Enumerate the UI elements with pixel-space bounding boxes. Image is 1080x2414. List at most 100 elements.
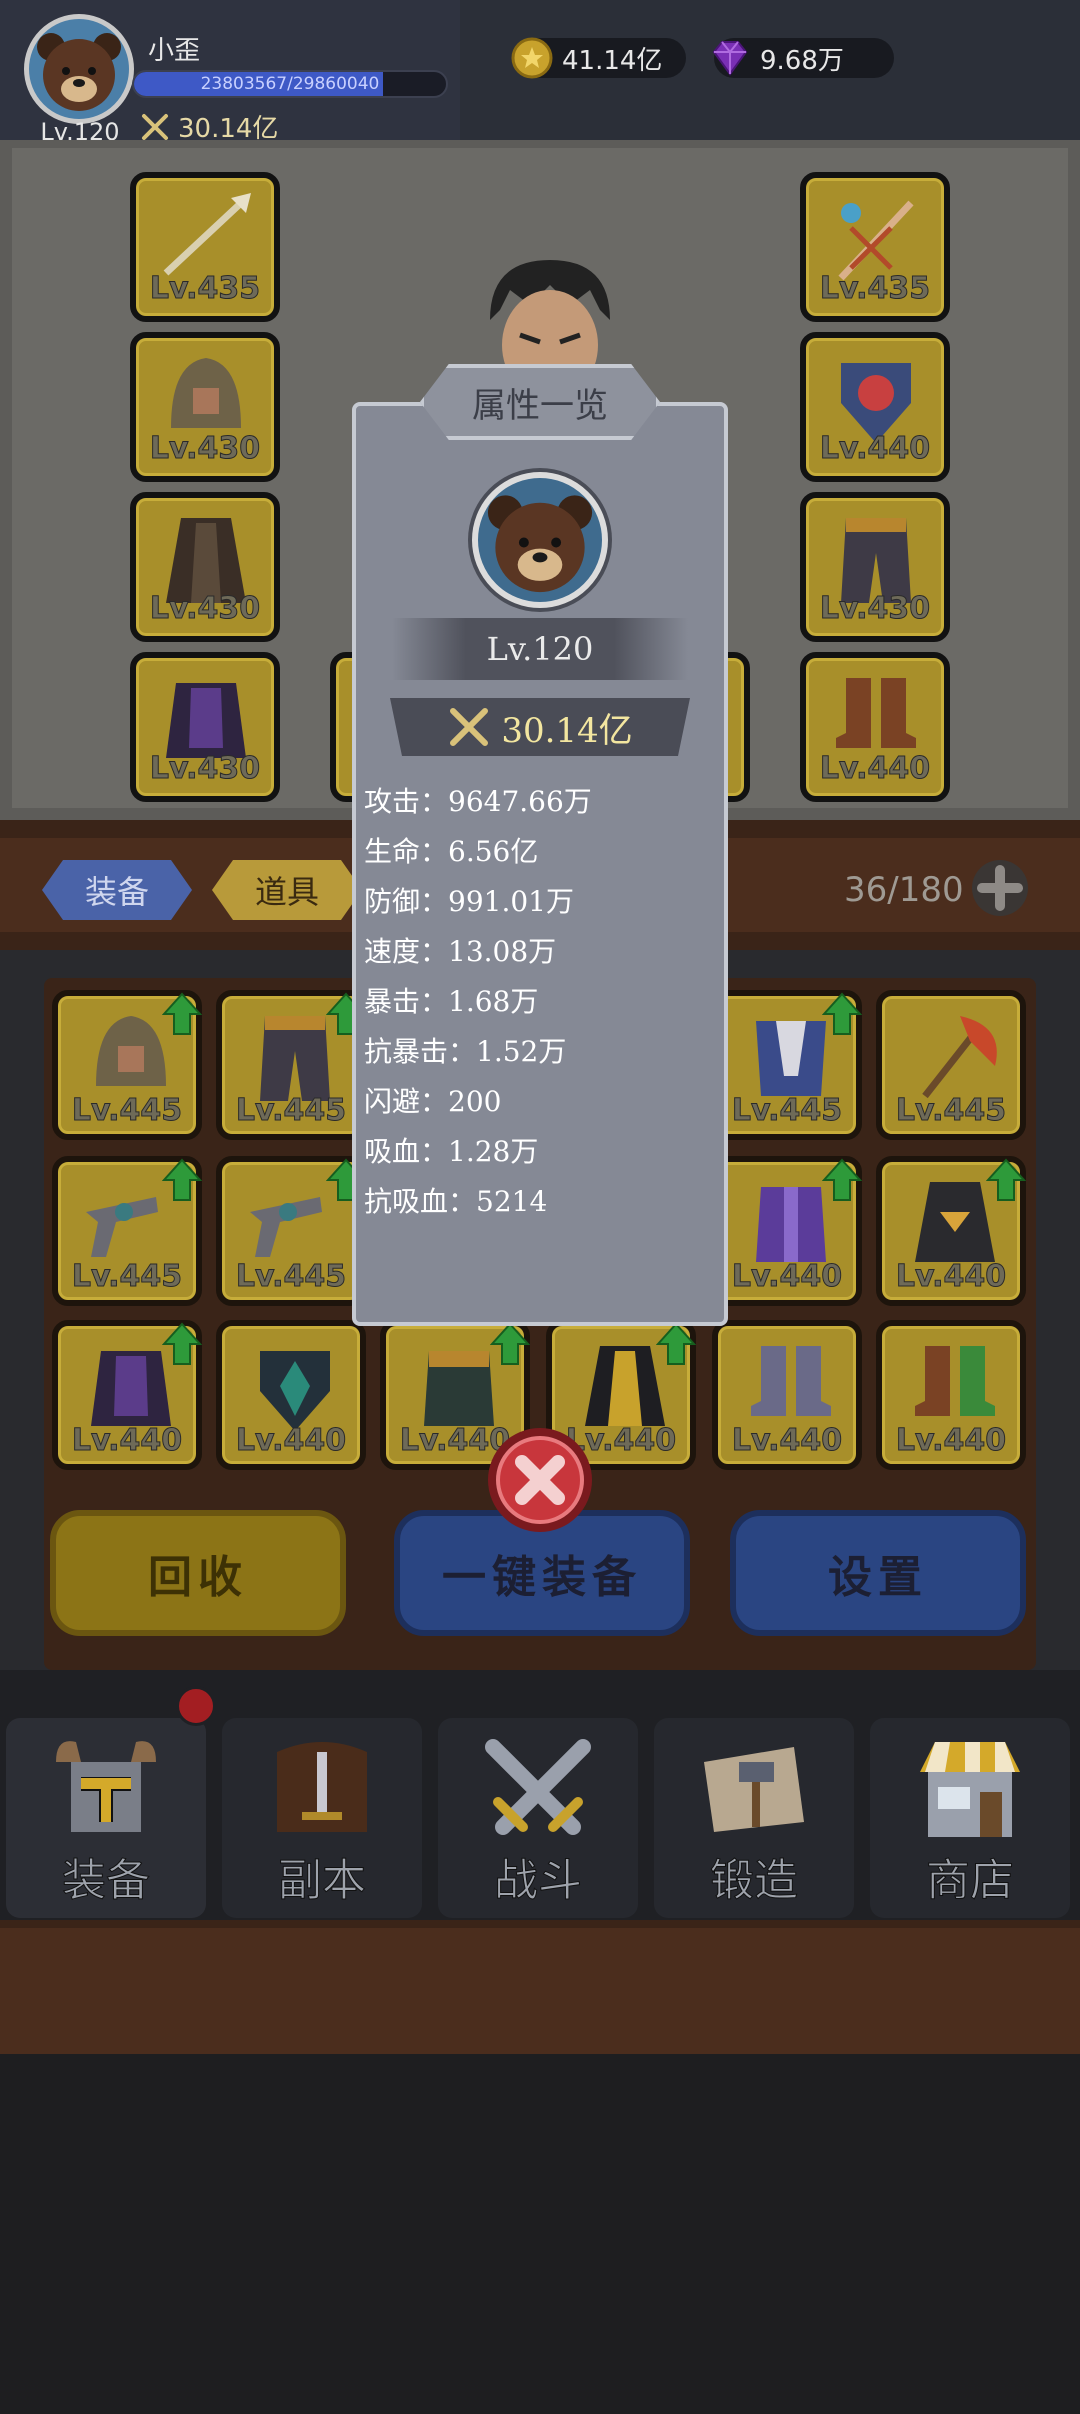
item-level: Lv.440 bbox=[731, 1259, 843, 1295]
shop-icon bbox=[920, 1742, 1020, 1837]
gold-value: 41.14亿 bbox=[562, 45, 663, 76]
tab-equipment[interactable]: 装备 bbox=[42, 860, 192, 920]
stat-defense: 防御：991.01万 bbox=[364, 885, 574, 918]
stat-crit: 暴击：1.68万 bbox=[364, 985, 539, 1018]
gear-level: Lv.430 bbox=[819, 591, 931, 627]
stat-crit-resist: 抗暴击：1.52万 bbox=[364, 1035, 567, 1068]
stat-speed: 速度：13.08万 bbox=[364, 935, 557, 968]
nav-label: 商店 bbox=[926, 1855, 1015, 1907]
item-level: Lv.440 bbox=[895, 1423, 1007, 1459]
item-level: Lv.445 bbox=[235, 1093, 347, 1129]
upgrade-arrow-icon bbox=[162, 1322, 202, 1365]
tab-items[interactable]: 道具 bbox=[212, 860, 362, 920]
exp-bar: 23803567/29860040 bbox=[132, 70, 448, 98]
inventory-item[interactable]: Lv.440 bbox=[712, 1156, 862, 1306]
item-level: Lv.440 bbox=[71, 1423, 183, 1459]
bear-avatar-icon bbox=[37, 33, 121, 111]
item-level: Lv.445 bbox=[235, 1259, 347, 1295]
upgrade-arrow-icon bbox=[162, 1158, 202, 1201]
helmet-icon bbox=[56, 1741, 156, 1832]
gem-counter[interactable]: 9.68万 bbox=[712, 38, 894, 78]
nav-battle[interactable]: 战斗 bbox=[438, 1718, 638, 1918]
inventory-item[interactable]: Lv.445 bbox=[712, 990, 862, 1140]
boots-icon bbox=[751, 1346, 831, 1416]
recycle-button[interactable]: 回收 bbox=[50, 1510, 346, 1636]
upgrade-arrow-icon bbox=[822, 992, 862, 1035]
equipped-slot-pants[interactable]: Lv.430 bbox=[800, 492, 950, 642]
upgrade-arrow-icon bbox=[162, 992, 202, 1035]
stat-hp: 生命：6.56亿 bbox=[364, 835, 539, 868]
equipped-slot-armor[interactable]: Lv.430 bbox=[130, 652, 280, 802]
modal-power: 30.14亿 bbox=[390, 698, 690, 756]
shield-icon bbox=[260, 1351, 330, 1431]
inventory-item[interactable]: Lv.445 bbox=[216, 990, 366, 1140]
inventory-item[interactable]: Lv.445 bbox=[52, 1156, 202, 1306]
modal-level: Lv.120 bbox=[392, 618, 688, 680]
player-name: 小歪 bbox=[148, 36, 201, 66]
gear-level: Lv.430 bbox=[149, 751, 261, 787]
inventory-item[interactable]: Lv.440 bbox=[216, 1320, 366, 1470]
player-avatar[interactable] bbox=[24, 14, 134, 124]
nav-equipment[interactable]: 装备 bbox=[6, 1718, 206, 1918]
sword-door-icon bbox=[277, 1742, 367, 1832]
gold-coin-icon bbox=[511, 37, 553, 79]
axe-icon bbox=[922, 1016, 997, 1099]
item-level: Lv.445 bbox=[895, 1093, 1007, 1129]
item-level: Lv.445 bbox=[71, 1259, 183, 1295]
bag-capacity: 36/180 bbox=[844, 870, 964, 910]
bottom-spacer bbox=[0, 2054, 1080, 2414]
stat-dodge: 闪避：200 bbox=[364, 1085, 502, 1118]
equipped-slot-cape[interactable]: Lv.430 bbox=[130, 492, 280, 642]
stat-attack: 攻击：9647.66万 bbox=[364, 785, 592, 818]
crossed-swords-icon bbox=[485, 1739, 591, 1835]
gear-level: Lv.435 bbox=[819, 271, 931, 307]
inventory-item[interactable]: Lv.440 bbox=[712, 1320, 862, 1470]
crossed-swords-icon bbox=[142, 113, 168, 140]
exp-text: 23803567/29860040 bbox=[200, 74, 380, 94]
inventory-item[interactable]: Lv.445 bbox=[216, 1156, 366, 1306]
item-level: Lv.440 bbox=[235, 1423, 347, 1459]
modal-title: 属性一览 bbox=[426, 370, 654, 434]
item-level: Lv.440 bbox=[895, 1259, 1007, 1295]
settings-button[interactable]: 设置 bbox=[730, 1510, 1026, 1636]
equipped-slot-shield[interactable]: Lv.440 bbox=[800, 332, 950, 482]
plus-icon[interactable] bbox=[970, 858, 1030, 918]
gear-level: Lv.435 bbox=[149, 271, 261, 307]
item-level: Lv.445 bbox=[71, 1093, 183, 1129]
modal-avatar bbox=[472, 472, 608, 608]
gear-level: Lv.440 bbox=[819, 751, 931, 787]
item-level: Lv.445 bbox=[731, 1093, 843, 1129]
upgrade-arrow-icon bbox=[656, 1322, 696, 1365]
modal-power-value: 30.14亿 bbox=[501, 710, 633, 751]
inventory-item[interactable]: Lv.440 bbox=[52, 1320, 202, 1470]
equipped-slot-weapon[interactable]: Lv.435 bbox=[130, 172, 280, 322]
nav-dungeon[interactable]: 副本 bbox=[222, 1718, 422, 1918]
stat-lifesteal: 吸血：1.28万 bbox=[364, 1135, 539, 1168]
bear-avatar-icon bbox=[487, 495, 593, 593]
nav-shop[interactable]: 商店 bbox=[870, 1718, 1070, 1918]
gem-value: 9.68万 bbox=[760, 45, 844, 76]
equipped-slot-helmet[interactable]: Lv.430 bbox=[130, 332, 280, 482]
nav-label: 锻造 bbox=[710, 1855, 799, 1907]
equipped-slot-boots[interactable]: Lv.440 bbox=[800, 652, 950, 802]
gear-level: Lv.440 bbox=[819, 431, 931, 467]
nav-label: 副本 bbox=[278, 1855, 367, 1907]
inventory-item[interactable]: Lv.445 bbox=[876, 990, 1026, 1140]
inventory-item[interactable]: Lv.440 bbox=[876, 1156, 1026, 1306]
nav-forge[interactable]: 锻造 bbox=[654, 1718, 854, 1918]
nav-label: 战斗 bbox=[494, 1855, 583, 1907]
upgrade-arrow-icon bbox=[986, 1158, 1026, 1201]
boots-icon bbox=[915, 1346, 995, 1416]
item-level: Lv.440 bbox=[731, 1423, 843, 1459]
gold-counter[interactable]: 41.14亿 bbox=[511, 37, 686, 79]
gear-level: Lv.430 bbox=[149, 591, 261, 627]
purple-gem-icon bbox=[712, 41, 748, 76]
gear-level: Lv.430 bbox=[149, 431, 261, 467]
inventory-item[interactable]: Lv.440 bbox=[876, 1320, 1026, 1470]
hammer-scroll-icon bbox=[704, 1747, 804, 1832]
close-icon[interactable] bbox=[484, 1424, 596, 1536]
upgrade-arrow-icon bbox=[490, 1322, 530, 1365]
upgrade-arrow-icon bbox=[822, 1158, 862, 1201]
inventory-item[interactable]: Lv.445 bbox=[52, 990, 202, 1140]
equipped-slot-offhand[interactable]: Lv.435 bbox=[800, 172, 950, 322]
